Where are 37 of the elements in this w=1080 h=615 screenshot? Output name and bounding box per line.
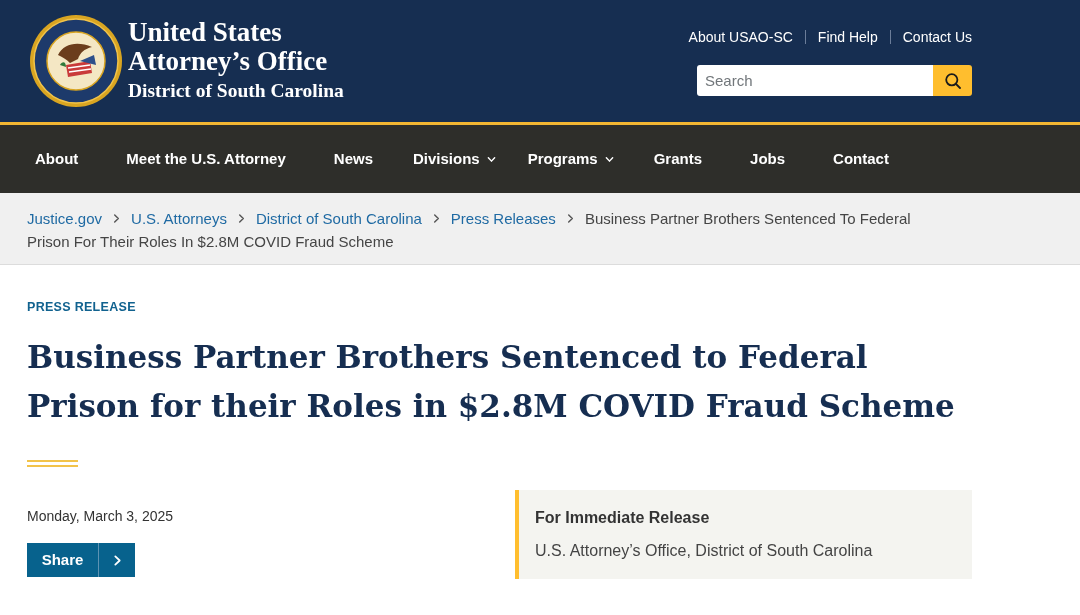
chevron-down-icon xyxy=(604,154,614,164)
search-field[interactable]: Search xyxy=(697,65,933,96)
chevron-down-icon xyxy=(486,154,496,164)
section-label: PRESS RELEASE xyxy=(27,299,136,315)
breadcrumb-current: Business Partner Brothers Sentenced To Federal xyxy=(584,209,911,229)
nav-item[interactable]: Programs xyxy=(511,125,630,193)
nav-item[interactable]: About xyxy=(11,125,103,193)
nav-item[interactable]: News xyxy=(309,125,397,193)
release-source: U.S. Attorney’s Office, District of South Carolina xyxy=(535,541,873,561)
site-subtitle: District of South Carolina xyxy=(128,79,344,103)
chevron-right-icon xyxy=(431,214,441,223)
breadcrumb-link[interactable]: Press Releases xyxy=(450,207,556,230)
release-date: Monday, March 3, 2025 xyxy=(27,507,174,526)
chevron-right-icon xyxy=(236,214,246,223)
double-rule xyxy=(27,460,78,467)
site-title: Attorney’s Office xyxy=(128,47,329,76)
site-title: United States xyxy=(128,18,283,47)
breadcrumb-current: Prison For Their Roles In $2.8M COVID Fraud Scheme xyxy=(27,232,394,252)
nav-item[interactable]: Meet the U.S. Attorney xyxy=(102,125,310,193)
search-icon xyxy=(944,72,961,89)
breadcrumb-link[interactable]: Justice.gov xyxy=(27,207,103,230)
nav-item[interactable]: Grants xyxy=(629,125,727,193)
article-title: Business Partner Brothers Sentenced to Federal Prison for their Roles in $2.8M COVID Fraud Scheme xyxy=(27,338,956,426)
breadcrumb-link[interactable]: U.S. Attorneys xyxy=(131,207,227,230)
utility-link[interactable]: Contact Us xyxy=(902,28,972,46)
share-button[interactable]: Share xyxy=(27,543,135,577)
utility-link[interactable]: Find Help xyxy=(817,28,878,46)
chevron-right-icon xyxy=(112,214,122,223)
breadcrumb-link[interactable]: District of South Carolina xyxy=(255,207,422,230)
chevron-right-icon xyxy=(565,214,575,223)
search-button[interactable] xyxy=(933,65,972,96)
nav-item[interactable]: Contact xyxy=(809,125,913,193)
nav-item[interactable]: Jobs xyxy=(726,125,810,193)
release-heading: For Immediate Release xyxy=(535,508,710,528)
nav-item[interactable]: Divisions xyxy=(397,125,512,193)
chevron-right-icon xyxy=(111,554,123,566)
utility-link[interactable]: About USAO-SC xyxy=(688,28,793,46)
